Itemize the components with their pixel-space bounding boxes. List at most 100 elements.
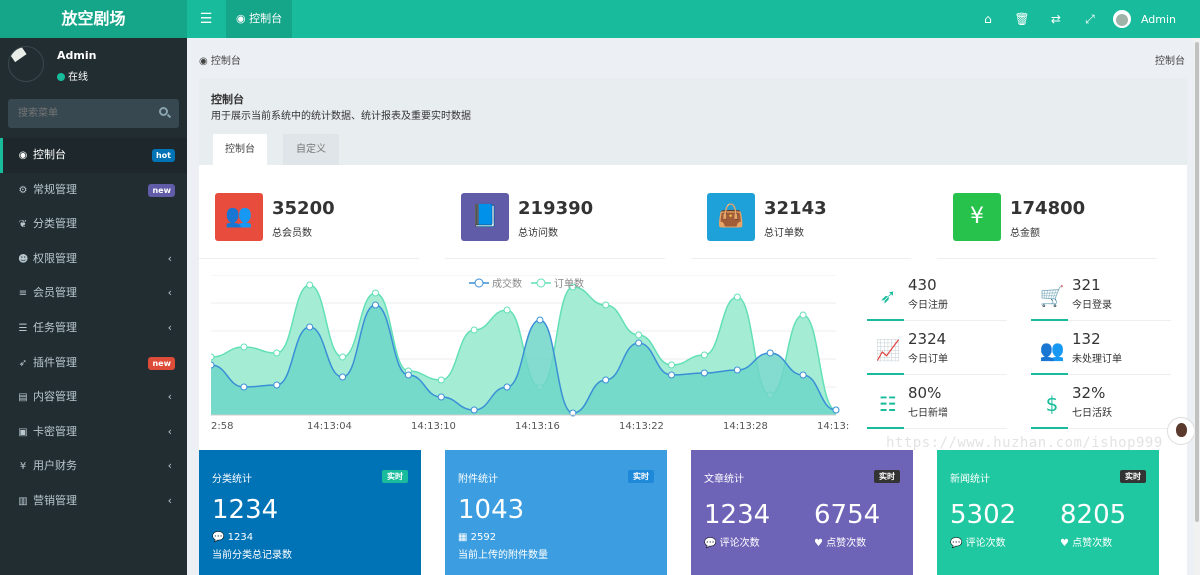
data-point <box>240 343 248 351</box>
cart-icon: 🛒 <box>1039 284 1065 308</box>
card-column: 5302 💬 评论次数 <box>950 500 1016 549</box>
mini-stat: 📈 2324 今日订单 <box>867 327 1007 375</box>
users-icon: 👥 <box>215 193 263 241</box>
card-label: ♥ 点赞次数 <box>814 538 867 549</box>
data-point <box>668 371 676 379</box>
tab-dashboard[interactable]: ◉ 控制台 <box>226 0 293 38</box>
mini-stat-value: 80% <box>908 384 942 402</box>
summary-card: 新闻统计 实时 5302 💬 评论次数 8205 ♥ 点赞次数 <box>937 450 1159 575</box>
language-icon[interactable]: ⇄ <box>1039 12 1073 26</box>
mini-stat-value: 132 <box>1072 330 1101 348</box>
floating-avatar-icon[interactable] <box>1167 417 1195 445</box>
sidebar-item-label: 营销管理 <box>33 493 77 507</box>
data-point <box>536 316 544 324</box>
chevron-left-icon: ‹ <box>167 286 172 300</box>
data-point <box>766 349 774 357</box>
data-point <box>799 311 807 319</box>
stat-card: 👜 32143 总订单数 <box>691 193 911 259</box>
chevron-left-icon: ‹ <box>167 459 172 473</box>
card-value: 8205 <box>1060 500 1127 530</box>
heart-icon: ♥ <box>1060 538 1073 549</box>
sidebar-item-3[interactable]: ☻ 权限管理 ‹ <box>0 242 187 277</box>
sidebar-item-7[interactable]: ▤ 内容管理 ‹ <box>0 380 187 415</box>
menu-toggle-button[interactable]: ☰ <box>192 0 220 38</box>
stat-label: 总金额 <box>1010 228 1040 239</box>
sidebar-item-2[interactable]: ❦ 分类管理 <box>0 207 187 242</box>
user-status: 在线 <box>57 68 88 83</box>
data-point <box>339 373 347 381</box>
page-scrollbar[interactable] <box>1194 38 1200 575</box>
sidebar-item-label: 控制台 <box>33 148 66 161</box>
mini-stat: 👥 132 未处理订单 <box>1031 327 1171 375</box>
stat-card: ¥174800 总金额 <box>937 193 1157 259</box>
shopping-bag-icon: 👜 <box>707 193 755 241</box>
panel-header: 控制台 用于展示当前系统中的统计数据、统计报表及重要实时数据 控制台 自定义 <box>199 78 1187 165</box>
trash-icon[interactable]: 🗑 <box>1005 12 1039 26</box>
rocket-icon: ➶ <box>879 284 897 308</box>
cogs-icon: ⚙ <box>18 184 28 196</box>
dashboard-icon: ◉ <box>199 56 211 67</box>
bar-chart-icon: ▥ <box>18 495 28 507</box>
realtime-chart: 2:58 14:13:04 14:13:10 14:13:16 14:13:22 14:1… <box>207 274 851 435</box>
mini-stat-underline <box>867 319 904 321</box>
sidebar-item-label: 卡密管理 <box>33 424 77 438</box>
x-tick-label: 14:13:04 <box>307 421 352 432</box>
data-point <box>371 301 379 309</box>
image-icon: ▣ <box>18 426 28 438</box>
sidebar-item-5[interactable]: ☰ 任务管理 ‹ <box>0 311 187 346</box>
search-input[interactable] <box>8 99 148 128</box>
top-user-menu[interactable]: Admin <box>1107 10 1200 28</box>
data-point <box>503 306 511 314</box>
mini-stat-label: 今日订单 <box>908 354 948 365</box>
card-column: 6754 ♥ 点赞次数 <box>814 500 880 549</box>
data-point <box>273 381 281 389</box>
file-icon: ▤ <box>18 392 28 404</box>
sidebar-item-8[interactable]: ▣ 卡密管理 ‹ <box>0 415 187 450</box>
mini-stat-underline <box>1031 427 1068 429</box>
leaf-icon: ❦ <box>18 219 28 231</box>
tab-dashboard-panel[interactable]: 控制台 <box>213 134 267 165</box>
fullscreen-icon[interactable]: ⤢ <box>1073 12 1107 27</box>
realtime-badge: 实时 <box>874 470 900 483</box>
app-logo[interactable]: 放空剧场 <box>0 0 187 38</box>
sidebar-item-4[interactable]: ≡ 会员管理 ‹ <box>0 276 187 311</box>
realtime-badge: 实时 <box>382 470 408 483</box>
realtime-badge: 实时 <box>1120 470 1146 483</box>
stat-value: 32143 <box>764 198 827 219</box>
tab-custom[interactable]: 自定义 <box>283 134 339 165</box>
top-icons: ⌂ 🗑 ⇄ ⤢ Admin <box>971 0 1200 38</box>
sidebar-item-0[interactable]: ◉ 控制台 hot <box>0 138 187 173</box>
breadcrumb-right[interactable]: 控制台 <box>1155 52 1185 67</box>
sidebar: Admin 在线 ◉ 控制台 hot ⚙ 常规管理 new ❦ 分类管理 ☻ 权限管理 ‹ ≡ 会员管理… <box>0 38 187 575</box>
line-chart-icon: 📈 <box>875 338 901 362</box>
sidebar-item-label: 分类管理 <box>33 217 77 231</box>
sidebar-item-label: 内容管理 <box>33 390 77 404</box>
comment-icon: 💬 <box>212 532 228 543</box>
dashboard-icon: ◉ <box>18 150 28 161</box>
home-icon[interactable]: ⌂ <box>971 12 1005 26</box>
yen-icon: ¥ <box>953 193 1001 241</box>
mini-stat-label: 未处理订单 <box>1072 354 1122 365</box>
mini-stat-label: 今日登录 <box>1072 300 1112 311</box>
realtime-badge: 实时 <box>628 470 654 483</box>
legend-label[interactable]: 成交数 <box>492 277 522 290</box>
sidebar-item-10[interactable]: ▥ 营销管理 ‹ <box>0 484 187 519</box>
sidebar-item-9[interactable]: ¥ 用户财务 ‹ <box>0 449 187 484</box>
user-name: Admin <box>57 49 97 62</box>
card-title: 附件统计 <box>458 474 498 485</box>
mini-stat-underline <box>867 427 904 429</box>
data-point <box>602 301 610 309</box>
data-point <box>240 383 248 391</box>
search-icon[interactable] <box>159 107 168 116</box>
data-point <box>832 406 840 414</box>
sidebar-item-6[interactable]: ➶ 插件管理 new <box>0 346 187 381</box>
sidebar-item-1[interactable]: ⚙ 常规管理 new <box>0 173 187 208</box>
legend-label[interactable]: 订单数 <box>554 277 584 290</box>
page-title: 控制台 <box>211 93 244 106</box>
chevron-left-icon: ‹ <box>167 251 172 265</box>
sidebar-badge: hot <box>151 149 175 162</box>
x-tick-label: 2:58 <box>211 421 233 432</box>
summary-card: 文章统计 实时 1234 💬 评论次数 6754 ♥ 点赞次数 <box>691 450 913 575</box>
x-tick-label: 14:13:16 <box>515 421 560 432</box>
sidebar-item-label: 任务管理 <box>33 320 77 334</box>
